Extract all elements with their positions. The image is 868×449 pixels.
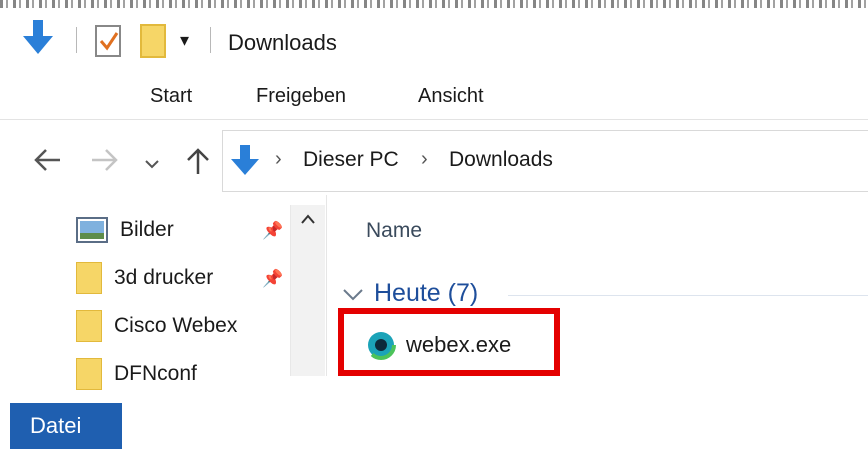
group-separator-line bbox=[508, 295, 868, 296]
top-edge-artifact bbox=[0, 0, 868, 8]
nav-item-3d-drucker[interactable]: 3d drucker bbox=[76, 257, 213, 299]
toolbar-separator bbox=[76, 27, 77, 53]
pictures-icon bbox=[76, 217, 108, 243]
forward-arrow-icon[interactable] bbox=[90, 146, 120, 181]
new-folder-icon[interactable] bbox=[140, 24, 166, 63]
folder-icon bbox=[76, 310, 102, 342]
group-label: Heute (7) bbox=[374, 279, 479, 307]
folder-icon bbox=[76, 358, 102, 390]
tab-start[interactable]: Start bbox=[130, 73, 212, 119]
nav-item-cisco-webex[interactable]: Cisco Webex bbox=[76, 305, 237, 347]
nav-item-bilder[interactable]: Bilder bbox=[76, 209, 174, 251]
tab-datei[interactable]: Datei bbox=[10, 403, 122, 449]
properties-icon[interactable] bbox=[94, 24, 124, 63]
toolbar-separator bbox=[210, 27, 211, 53]
folder-icon bbox=[76, 262, 102, 294]
tab-freigeben[interactable]: Freigeben bbox=[236, 73, 366, 119]
tab-ansicht[interactable]: Ansicht bbox=[398, 73, 504, 119]
breadcrumb-dieser-pc[interactable]: Dieser PC bbox=[303, 148, 399, 172]
pane-divider bbox=[326, 195, 327, 376]
navigation-pane: Bilder 📌 3d drucker 📌 Cisco Webex DFNcon… bbox=[0, 205, 326, 390]
collapse-chevron-icon[interactable] bbox=[342, 287, 364, 301]
column-header-name[interactable]: Name bbox=[366, 219, 422, 243]
highlight-box bbox=[338, 308, 560, 376]
nav-pane-scrollbar[interactable] bbox=[290, 205, 325, 376]
nav-item-label: Cisco Webex bbox=[114, 314, 238, 337]
downloads-location-icon bbox=[229, 143, 261, 184]
breadcrumb-downloads[interactable]: Downloads bbox=[449, 148, 553, 172]
download-arrow-icon[interactable] bbox=[20, 18, 56, 63]
up-arrow-icon[interactable] bbox=[184, 146, 212, 183]
nav-item-label: Bilder bbox=[120, 218, 174, 241]
pin-icon[interactable]: 📌 bbox=[262, 269, 283, 289]
nav-item-label: DFNconf bbox=[114, 362, 197, 385]
scroll-up-icon[interactable] bbox=[291, 211, 325, 229]
address-bar[interactable]: › Dieser PC › Downloads bbox=[222, 130, 868, 192]
recent-locations-chevron-icon[interactable] bbox=[144, 150, 160, 178]
breadcrumb-chevron-icon[interactable]: › bbox=[275, 148, 282, 171]
customize-quick-access-icon[interactable]: ▾ bbox=[180, 30, 189, 51]
window-title: Downloads bbox=[228, 30, 337, 55]
pin-icon[interactable]: 📌 bbox=[262, 221, 283, 241]
breadcrumb-chevron-icon[interactable]: › bbox=[421, 148, 428, 171]
nav-item-dfnconf[interactable]: DFNconf bbox=[76, 353, 197, 395]
navigation-bar: › Dieser PC › Downloads bbox=[0, 130, 868, 192]
ribbon-tabs: Datei Start Freigeben Ansicht bbox=[0, 73, 868, 449]
nav-item-label: 3d drucker bbox=[114, 266, 214, 289]
back-arrow-icon[interactable] bbox=[32, 146, 62, 181]
group-header-heute[interactable]: Heute (7) bbox=[342, 279, 868, 308]
